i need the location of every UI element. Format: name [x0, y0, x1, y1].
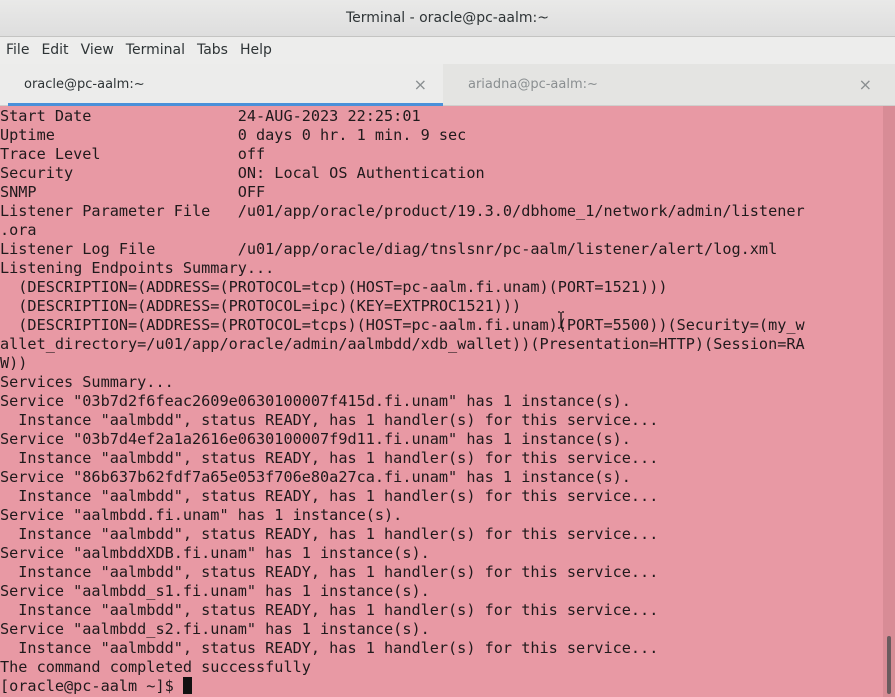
scrollbar-thumb[interactable]	[887, 636, 891, 694]
terminal-line: Instance "aalmbdd", status READY, has 1 …	[0, 563, 659, 581]
terminal-line: Instance "aalmbdd", status READY, has 1 …	[0, 601, 659, 619]
tab-bar: oracle@pc-aalm:~ × ariadna@pc-aalm:~ ×	[0, 64, 895, 106]
menu-terminal[interactable]: Terminal	[120, 37, 191, 64]
window-titlebar[interactable]: Terminal - oracle@pc-aalm:~	[0, 0, 895, 37]
terminal-line: W))	[0, 354, 28, 372]
terminal-scrollbar[interactable]	[883, 106, 895, 697]
terminal-line: (DESCRIPTION=(ADDRESS=(PROTOCOL=tcp)(HOS…	[0, 278, 668, 296]
terminal-line: Service "aalmbdd.fi.unam" has 1 instance…	[0, 506, 403, 524]
window-title: Terminal - oracle@pc-aalm:~	[346, 10, 549, 26]
terminal-line: Instance "aalmbdd", status READY, has 1 …	[0, 411, 659, 429]
terminal-line: (DESCRIPTION=(ADDRESS=(PROTOCOL=ipc)(KEY…	[0, 297, 522, 315]
terminal-line: Instance "aalmbdd", status READY, has 1 …	[0, 449, 659, 467]
close-icon[interactable]: ×	[859, 75, 872, 94]
terminal-line: Service "03b7d2f6feac2609e0630100007f415…	[0, 392, 631, 410]
terminal-line: Trace Level off	[0, 145, 266, 163]
terminal-line: Instance "aalmbdd", status READY, has 1 …	[0, 639, 659, 657]
terminal-line: .ora	[0, 221, 37, 239]
terminal-line: Service "aalmbddXDB.fi.unam" has 1 insta…	[0, 544, 430, 562]
menu-view[interactable]: View	[75, 37, 120, 64]
menu-help[interactable]: Help	[234, 37, 278, 64]
terminal-line: Listener Log File /u01/app/oracle/diag/t…	[0, 240, 778, 258]
tab-oracle[interactable]: oracle@pc-aalm:~ ×	[0, 64, 443, 106]
terminal-line: Service "aalmbdd_s1.fi.unam" has 1 insta…	[0, 582, 430, 600]
terminal-line: Services Summary...	[0, 373, 174, 391]
tab-ariadna[interactable]: ariadna@pc-aalm:~ ×	[443, 64, 886, 105]
terminal-line: SNMP OFF	[0, 183, 266, 201]
terminal-line: Listening Endpoints Summary...	[0, 259, 275, 277]
terminal-line: Service "03b7d4ef2a1a2616e0630100007f9d1…	[0, 430, 631, 448]
terminal-line: The command completed successfully	[0, 658, 311, 676]
terminal-line: Service "aalmbdd_s2.fi.unam" has 1 insta…	[0, 620, 430, 638]
tab-label: oracle@pc-aalm:~	[24, 77, 145, 92]
terminal-line: (DESCRIPTION=(ADDRESS=(PROTOCOL=tcps)(HO…	[0, 316, 805, 334]
menu-file[interactable]: File	[0, 37, 35, 64]
scrollbar-track[interactable]	[883, 106, 895, 697]
terminal-line: Instance "aalmbdd", status READY, has 1 …	[0, 525, 659, 543]
terminal-output[interactable]: Start Date 24-AUG-2023 22:25:01 Uptime 0 …	[0, 106, 883, 697]
text-cursor	[182, 677, 192, 694]
prompt-line[interactable]: [oracle@pc-aalm ~]$	[0, 677, 883, 696]
terminal-line: Instance "aalmbdd", status READY, has 1 …	[0, 487, 659, 505]
terminal-line: Uptime 0 days 0 hr. 1 min. 9 sec	[0, 126, 467, 144]
terminal-line: allet_directory=/u01/app/oracle/admin/aa…	[0, 335, 805, 353]
shell-prompt: [oracle@pc-aalm ~]$	[0, 677, 183, 695]
terminal-text: Start Date 24-AUG-2023 22:25:01 Uptime 0 …	[0, 106, 883, 696]
tab-label: ariadna@pc-aalm:~	[468, 77, 598, 92]
terminal-line: Service "86b637b62fdf7a65e053f706e80a27c…	[0, 468, 631, 486]
menu-tabs[interactable]: Tabs	[191, 37, 234, 64]
terminal-line: Security ON: Local OS Authentication	[0, 164, 485, 182]
menu-edit[interactable]: Edit	[35, 37, 74, 64]
close-icon[interactable]: ×	[414, 75, 427, 94]
menubar: File Edit View Terminal Tabs Help	[0, 37, 895, 64]
terminal-line: Start Date 24-AUG-2023 22:25:01	[0, 107, 421, 125]
terminal-line: Listener Parameter File /u01/app/oracle/…	[0, 202, 805, 220]
